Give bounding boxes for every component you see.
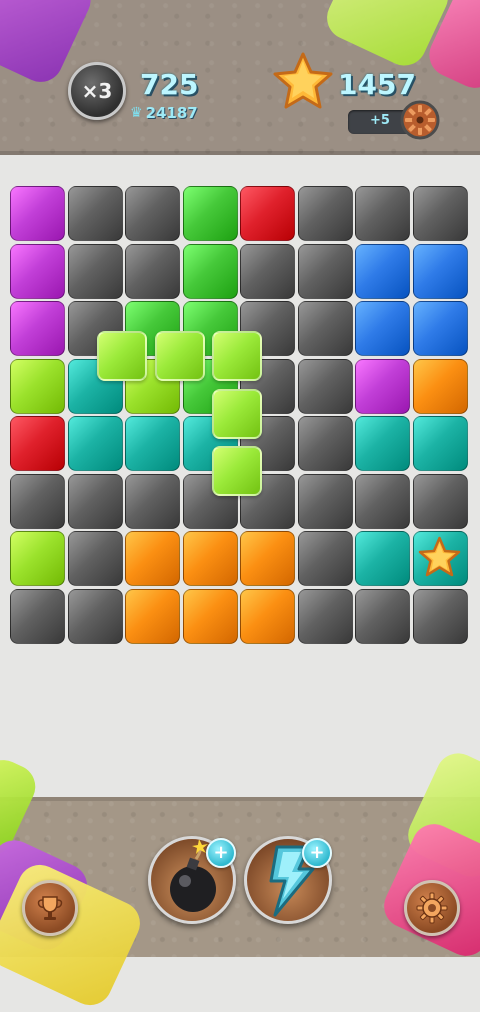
trophy-button[interactable]: [22, 880, 78, 936]
gear-count: +5: [370, 113, 390, 128]
lightning-plus-button[interactable]: +: [302, 838, 332, 868]
board-cell-gray: [297, 473, 353, 529]
board-cell-gray: [412, 588, 468, 644]
piece-block: [212, 388, 262, 439]
piece-block: [97, 331, 147, 381]
board-cell-teal: [125, 416, 180, 471]
board-cell-purple: [355, 358, 410, 414]
gear-icon: [416, 892, 448, 924]
best-score: 24187: [145, 104, 198, 122]
current-score: 725: [140, 68, 199, 101]
bomb-plus-button[interactable]: +: [206, 838, 236, 868]
board-cell-gray: [67, 186, 123, 241]
star-bonus-icon: [418, 536, 461, 577]
board-cell-orange: [182, 588, 238, 644]
board-cell-red: [240, 186, 295, 241]
board-cell-purple: [10, 186, 65, 241]
board-cell-gray: [412, 186, 468, 241]
board-cell-gray: [67, 243, 123, 299]
board-cell-teal: [67, 416, 123, 471]
piece-block: [154, 331, 205, 381]
gear-count-value: 5: [380, 113, 390, 128]
board-cell-blue: [412, 243, 468, 299]
board-cell-gray: [10, 588, 65, 644]
board-cell-gray: [355, 473, 410, 529]
board-cell-gray: [67, 473, 123, 529]
board-cell-gray: [355, 588, 410, 644]
board-cell-gray: [240, 243, 295, 299]
crown-icon: ♛: [130, 105, 143, 121]
board-cell-orange: [240, 531, 295, 586]
piece-block: [212, 331, 262, 381]
board-cell-gray: [297, 416, 353, 471]
board-cell-teal: [412, 416, 468, 471]
board-cell-gray: [125, 186, 180, 241]
game-board[interactable]: [10, 186, 470, 646]
board-cell-gray: [297, 186, 353, 241]
board-cell-purple: [10, 243, 65, 299]
board-cell-orange: [125, 588, 180, 644]
board-cell-orange: [182, 531, 238, 586]
board-cell-orange: [240, 588, 295, 644]
piece-block: [212, 446, 262, 496]
board-cell-gray: [355, 186, 410, 241]
board-cell-gray: [412, 473, 468, 529]
board-cell-gray: [297, 243, 353, 299]
board-cell-gray: [67, 588, 123, 644]
board-cell-lime: [10, 358, 65, 414]
board-cell-green: [182, 243, 238, 299]
star-coin-count: 1457: [338, 68, 416, 101]
board-cell-gray: [297, 531, 353, 586]
settings-button[interactable]: [404, 880, 460, 936]
score-multiplier-badge: ×3: [68, 62, 126, 120]
board-cell-teal: [355, 531, 410, 586]
board-cell-gray: [297, 358, 353, 414]
board-cell-blue: [355, 301, 410, 356]
gear-icon[interactable]: [400, 100, 440, 140]
board-cell-blue: [412, 301, 468, 356]
board-cell-teal: [355, 416, 410, 471]
board-cell-gray: [67, 531, 123, 586]
board-cell-purple: [10, 301, 65, 356]
board-cell-red: [10, 416, 65, 471]
best-score-row: ♛ 24187: [130, 104, 198, 122]
star-icon: [273, 52, 333, 109]
board-cell-orange: [412, 358, 468, 414]
board-cell-green: [182, 186, 238, 241]
board-cell-gray: [10, 473, 65, 529]
board-cell-gray: [297, 301, 353, 356]
board-cell-gray: [125, 243, 180, 299]
board-cell-gray: [297, 588, 353, 644]
trophy-icon: [37, 896, 63, 920]
board-cell-orange: [125, 531, 180, 586]
board-cell-blue: [355, 243, 410, 299]
board-cell-lime: [10, 531, 65, 586]
board-cell-gray: [125, 473, 180, 529]
gear-count-prefix: +: [370, 113, 381, 128]
